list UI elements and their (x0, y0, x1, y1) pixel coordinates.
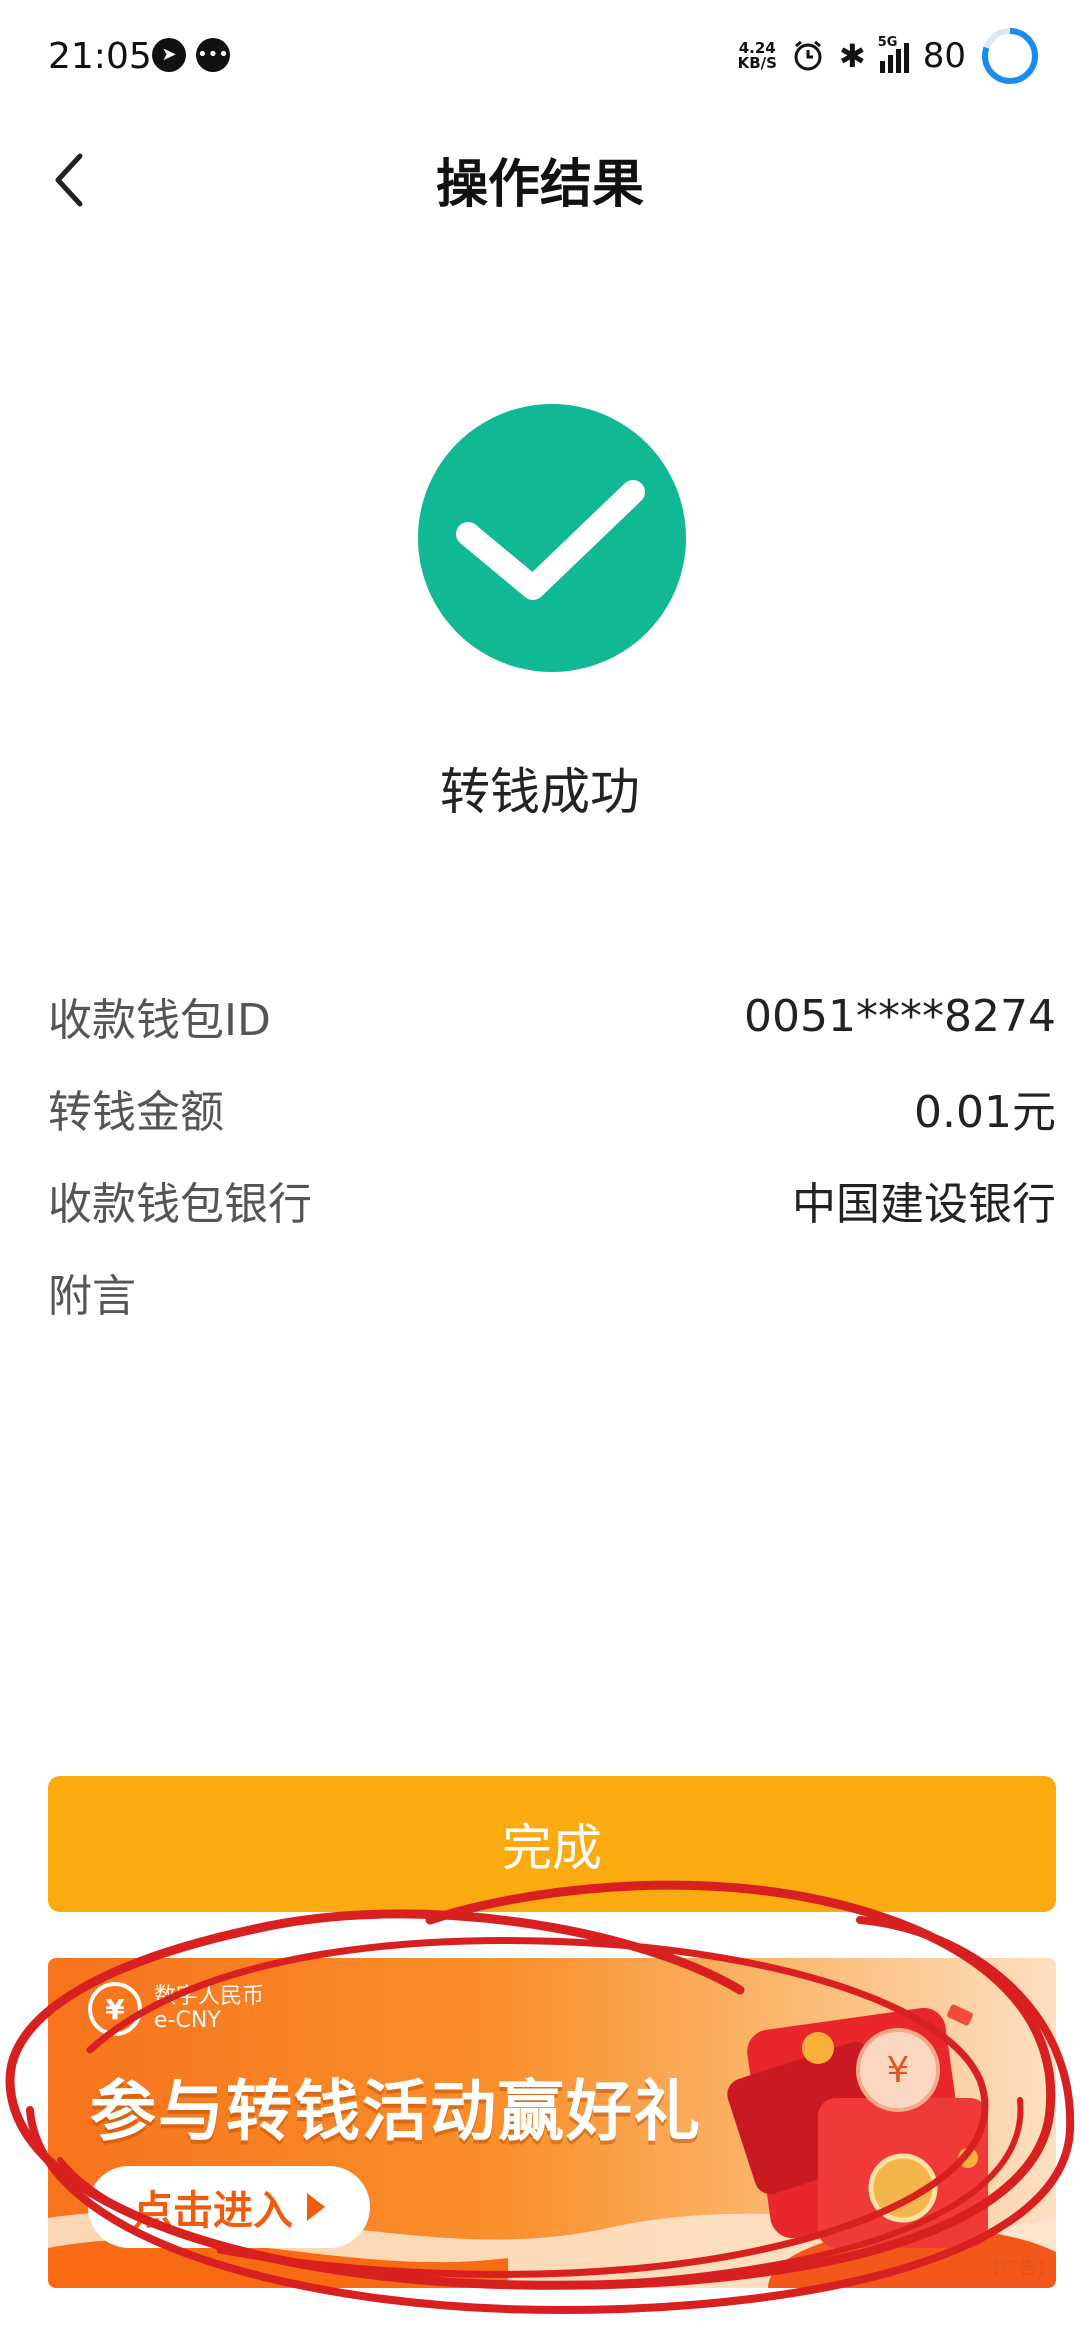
detail-row-amount: 转钱金额 0.01元 (48, 1062, 1056, 1154)
network-type: 5G (877, 35, 898, 50)
banner-headline: 参与转钱活动赢好礼 (90, 2073, 702, 2150)
status-left-icons: ➤ ••• (152, 38, 230, 72)
detail-label: 收款钱包ID (48, 995, 271, 1046)
done-button[interactable]: 完成 (48, 1776, 1056, 1912)
navigation-icon: ➤ (152, 38, 186, 72)
battery-ring-icon (982, 28, 1038, 84)
detail-label: 转钱金额 (48, 1087, 224, 1138)
net-speed-unit: KB/S (737, 54, 777, 72)
status-right: 4.24 KB/S ✱ 5G 80 (738, 26, 1040, 86)
detail-row-remark: 附言 (48, 1246, 1056, 1338)
promo-banner[interactable]: ¥ 数字人民币 e-CNY 参与转钱活动赢好礼 点击进入 ¥ [广告] (48, 1958, 1056, 2288)
check-circle-icon (418, 404, 686, 672)
detail-label: 附言 (48, 1271, 136, 1322)
battery-level: 80 (922, 36, 966, 76)
header: 操作结果 (0, 120, 1080, 240)
ecny-brand-text: 数字人民币 e-CNY (154, 1985, 264, 2033)
detail-row-bank: 收款钱包银行 中国建设银行 (48, 1154, 1056, 1246)
banner-cta-label: 点击进入 (133, 2188, 293, 2234)
banner-cta-button[interactable]: 点击进入 (88, 2166, 370, 2248)
signal-icon: 5G (878, 35, 909, 73)
result-status-text: 转钱成功 (440, 763, 640, 821)
ecny-logo-icon: ¥ (88, 1982, 142, 2036)
ecny-logo: ¥ 数字人民币 e-CNY (88, 1982, 264, 2036)
message-icon: ••• (196, 38, 230, 72)
svg-text:¥: ¥ (887, 2050, 910, 2091)
bluetooth-icon: ✱ (838, 37, 866, 75)
transfer-details: 收款钱包ID 0051****8274 转钱金额 0.01元 收款钱包银行 中国… (48, 970, 1056, 1338)
detail-value: 0.01元 (914, 1087, 1056, 1138)
status-bar: 21:05 ➤ ••• 4.24 KB/S ✱ 5G 80 (0, 0, 1080, 120)
net-speed: 4.24 KB/S (738, 41, 777, 71)
alarm-icon (794, 40, 822, 71)
ecny-brand-cn: 数字人民币 (154, 1984, 265, 2009)
detail-value: 0051****8274 (744, 990, 1056, 1042)
page-title: 操作结果 (435, 155, 644, 215)
play-arrow-icon (307, 2193, 325, 2221)
detail-value: 中国建设银行 (792, 1179, 1056, 1230)
ecny-brand-en: e-CNY (154, 2008, 221, 2033)
red-envelope-icon: ¥ (727, 2004, 988, 2248)
detail-label: 收款钱包银行 (48, 1179, 312, 1230)
status-time: 21:05 (48, 36, 152, 77)
detail-row-wallet-id: 收款钱包ID 0051****8274 (48, 970, 1056, 1062)
ad-tag: [广告] (993, 2258, 1044, 2279)
